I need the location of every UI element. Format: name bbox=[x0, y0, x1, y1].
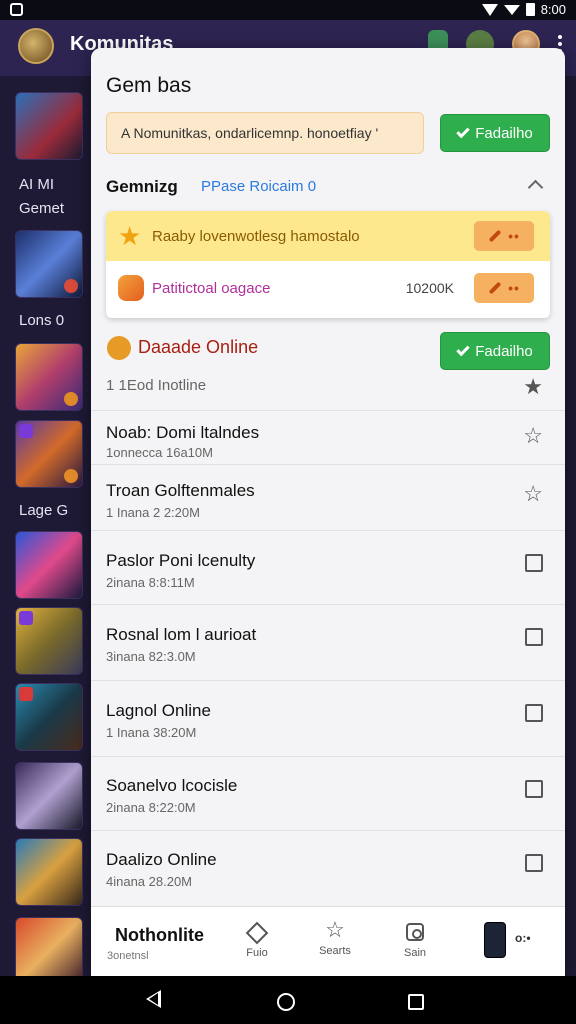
dots-icon: •• bbox=[508, 280, 520, 296]
checkbox[interactable] bbox=[525, 854, 543, 872]
item-meta: 1onnecca 16a10M bbox=[106, 445, 213, 460]
nav-extra[interactable]: o:• bbox=[515, 931, 531, 945]
item-name: Daalizo Online bbox=[106, 850, 217, 869]
back-icon[interactable] bbox=[146, 990, 161, 1008]
nav-main-label[interactable]: Nothonlite bbox=[115, 925, 204, 946]
hero-list: AI MI Gemet Lons 0 Lage G bbox=[0, 76, 92, 985]
item-name: Rosnal lom l aurioat bbox=[106, 625, 257, 644]
hero-label: Gemet bbox=[19, 200, 65, 217]
wand-icon bbox=[488, 229, 502, 243]
check-icon bbox=[456, 342, 470, 356]
checkbox[interactable] bbox=[525, 704, 543, 722]
featured-label: Patitictoal oagace bbox=[152, 279, 271, 297]
nav-label: Sain bbox=[403, 947, 427, 959]
primary-button[interactable]: Fadailho bbox=[440, 114, 550, 152]
nav-main-sublabel: 3onetnsl bbox=[107, 950, 149, 962]
featured-row[interactable]: ★ Raaby lovenwotlesg hamostalo •• bbox=[106, 211, 550, 261]
status-bar: 8:00 bbox=[0, 0, 576, 20]
hero-thumbnail[interactable] bbox=[15, 420, 83, 488]
checkbox[interactable] bbox=[525, 554, 543, 572]
signal-icon bbox=[503, 4, 520, 15]
star-outline-icon[interactable]: ☆ bbox=[523, 425, 543, 447]
list-item[interactable]: Daalizo Online 4inana 28.20M bbox=[91, 830, 565, 906]
hero-label: AI MI bbox=[19, 176, 55, 193]
recents-icon[interactable] bbox=[408, 994, 424, 1010]
battery-icon bbox=[525, 3, 535, 16]
list-item[interactable]: Rosnal lom l aurioat 3inana 82:3.0M bbox=[91, 604, 565, 680]
nav-item-fuio[interactable]: Fuio bbox=[237, 907, 277, 976]
clock: 8:00 bbox=[540, 2, 566, 17]
check-icon bbox=[456, 124, 470, 138]
hero-thumbnail[interactable] bbox=[15, 683, 83, 751]
featured-value: 10200K bbox=[405, 280, 454, 296]
star-icon: ★ bbox=[118, 221, 142, 251]
list-item[interactable]: Soanelvo lcocisle 2inana 8:22:0M bbox=[91, 756, 565, 830]
online-subtitle: 1 1Eod Inotline bbox=[106, 377, 207, 394]
item-meta: 1 Inana 2 2:20M bbox=[106, 505, 200, 520]
hero-thumbnail[interactable] bbox=[15, 917, 83, 985]
featured-card: ★ Raaby lovenwotlesg hamostalo •• Patiti… bbox=[106, 211, 550, 318]
hero-thumbnail[interactable] bbox=[15, 343, 83, 411]
hero-thumbnail[interactable] bbox=[15, 607, 83, 675]
nav-item-sain[interactable]: Sain bbox=[395, 907, 435, 976]
section-subtitle[interactable]: PPase Roicaim 0 bbox=[201, 178, 316, 195]
wifi-icon bbox=[481, 3, 498, 16]
item-meta: 4inana 28.20M bbox=[106, 874, 193, 889]
checkbox[interactable] bbox=[525, 780, 543, 798]
hero-thumbnail[interactable] bbox=[15, 230, 83, 298]
list-item[interactable]: Noab: Domi ltalndes 1onnecca 16a10M ☆ bbox=[91, 410, 565, 464]
list-item[interactable]: Paslor Poni lcenulty 2inana 8:8:11M bbox=[91, 530, 565, 604]
online-button[interactable]: Fadailho bbox=[440, 332, 550, 370]
phone-icon[interactable] bbox=[484, 922, 506, 958]
nav-label: Fuio bbox=[246, 947, 268, 959]
nav-label: Searts bbox=[319, 945, 351, 957]
hero-label: Lage G bbox=[19, 502, 69, 519]
item-name: Lagnol Online bbox=[106, 701, 211, 720]
checkbox[interactable] bbox=[525, 628, 543, 646]
hero-thumbnail[interactable] bbox=[15, 92, 83, 160]
hero-thumbnail[interactable] bbox=[15, 762, 83, 830]
status-icons: 8:00 bbox=[481, 2, 566, 17]
online-button-label: Fadailho bbox=[475, 342, 533, 360]
chevron-up-icon[interactable] bbox=[527, 179, 544, 196]
primary-button-label: Fadailho bbox=[475, 124, 533, 142]
list-item[interactable]: Lagnol Online 1 Inana 38:20M bbox=[91, 680, 565, 756]
dots-icon: •• bbox=[508, 228, 520, 244]
app-logo[interactable] bbox=[18, 28, 54, 64]
online-title: Daaade Online bbox=[138, 337, 259, 357]
diamond-icon bbox=[245, 921, 269, 945]
star-outline-icon[interactable]: ☆ bbox=[523, 483, 543, 505]
bottom-nav: Nothonlite 3onetnsl Fuio ☆ Searts Sain o… bbox=[91, 906, 565, 976]
notification-icon bbox=[10, 3, 23, 16]
online-icon bbox=[107, 336, 131, 360]
list-item[interactable]: Troan Golftenmales ☆ 1 Inana 2 2:20M bbox=[91, 464, 565, 530]
item-meta: 2inana 8:8:11M bbox=[106, 575, 195, 590]
featured-action-button[interactable]: •• bbox=[474, 273, 534, 303]
hand-icon bbox=[118, 275, 144, 301]
hero-thumbnail[interactable] bbox=[15, 531, 83, 599]
item-name: Paslor Poni lcenulty bbox=[106, 551, 256, 570]
star-filled-icon[interactable]: ★ bbox=[523, 374, 543, 400]
home-icon[interactable] bbox=[277, 993, 295, 1011]
hero-thumbnail[interactable] bbox=[15, 838, 83, 906]
item-name: Soanelvo lcocisle bbox=[106, 776, 238, 795]
panel-title: Gem bas bbox=[106, 74, 192, 97]
featured-row[interactable]: Patitictoal oagace 10200K •• bbox=[106, 263, 550, 313]
item-meta: 1 Inana 38:20M bbox=[106, 725, 197, 740]
wand-icon bbox=[488, 281, 502, 295]
featured-action-button[interactable]: •• bbox=[474, 221, 534, 251]
item-meta: 3inana 82:3.0M bbox=[106, 649, 196, 664]
system-nav-bar bbox=[0, 976, 576, 1024]
section-title: Gemnizg bbox=[106, 177, 178, 196]
notice-banner: A Nomunitkas, ondarlicemnp. honoetfiay ' bbox=[106, 112, 424, 154]
item-name: Noab: Domi ltalndes bbox=[106, 423, 260, 442]
nav-item-searts[interactable]: ☆ Searts bbox=[313, 907, 357, 976]
star-outline-icon: ☆ bbox=[325, 917, 345, 942]
hero-label: Lons 0 bbox=[19, 312, 65, 329]
community-panel: Gem bas A Nomunitkas, ondarlicemnp. hono… bbox=[91, 48, 565, 976]
featured-label: Raaby lovenwotlesg hamostalo bbox=[152, 227, 360, 245]
item-meta: 2inana 8:22:0M bbox=[106, 800, 196, 815]
item-name: Troan Golftenmales bbox=[106, 481, 255, 500]
camera-icon bbox=[406, 923, 424, 941]
